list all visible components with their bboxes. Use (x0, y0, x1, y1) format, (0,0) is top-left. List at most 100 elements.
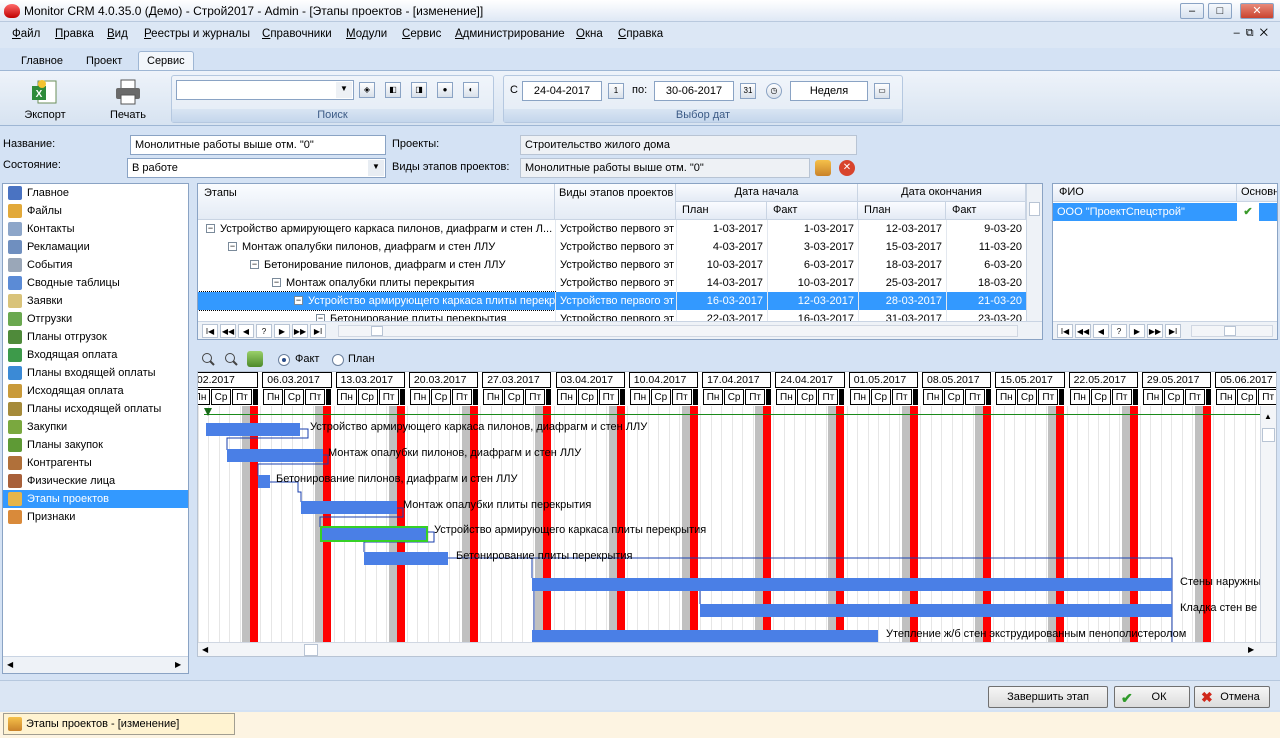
gantt-task-bar[interactable] (320, 526, 428, 542)
stage-start-fact-cell[interactable]: 1-03-2017 (767, 220, 858, 238)
stage-start-fact-cell[interactable]: 3-03-2017 (767, 238, 858, 256)
table-row[interactable]: − Устройство армирующего каркаса пилонов,… (198, 220, 1024, 238)
taskbar-window-item[interactable]: Этапы проектов - [изменение] (3, 713, 235, 735)
col-header-stages[interactable]: Этапы (198, 184, 555, 220)
gantt-task-bar[interactable] (258, 475, 270, 488)
nav-help-icon[interactable]: ? (1111, 324, 1127, 338)
state-dropdown-arrow[interactable]: ▼ (368, 160, 384, 176)
hscroll-thumb[interactable] (371, 326, 383, 336)
projects-field[interactable]: Строительство жилого дома (520, 135, 857, 155)
stage-name-cell[interactable]: − Монтаж опалубки плиты перекрытия (198, 274, 555, 292)
finish-stage-button[interactable]: Завершить этап (988, 686, 1108, 708)
scroll-right-icon[interactable]: ▶ (175, 660, 181, 669)
close-button[interactable]: ✕ (1240, 3, 1274, 19)
scroll-left-icon[interactable]: ◀ (7, 660, 13, 669)
stage-type-cell[interactable]: Устройство первого эт (555, 274, 676, 292)
responsible-main-check[interactable]: ✔ (1237, 203, 1259, 221)
stage-type-cell[interactable]: Устройство первого эт (555, 238, 676, 256)
sidebar-hscrollbar[interactable]: ◀ ▶ (3, 656, 188, 673)
stage-start-plan-cell[interactable]: 4-03-2017 (676, 238, 767, 256)
gantt-settings-icon[interactable] (247, 351, 263, 367)
tab-main[interactable]: Главное (12, 51, 72, 70)
nav-prev-icon[interactable]: ◀ (238, 324, 254, 338)
nav-first-icon[interactable]: I◀ (202, 324, 218, 338)
search-clear-icon[interactable]: ◐ (463, 82, 479, 98)
stage-end-fact-cell[interactable]: 21-03-20 (946, 292, 1026, 310)
table-row[interactable]: − Бетонирование пилонов, диафрагм и стен … (198, 256, 1024, 274)
stage-start-fact-cell[interactable]: 10-03-2017 (767, 274, 858, 292)
stage-name-cell[interactable]: − Монтаж опалубки пилонов, диафрагм и сте… (198, 238, 555, 256)
gantt-task-bar[interactable] (700, 604, 1172, 617)
export-button[interactable]: X Экспорт (16, 75, 74, 125)
gantt-task-bar[interactable] (227, 449, 323, 462)
sidebar-item-project-stages[interactable]: Этапы проектов (3, 490, 188, 508)
sidebar-item-pivot[interactable]: Сводные таблицы (3, 274, 188, 292)
menu-registers[interactable]: Реестры и журналы (144, 28, 250, 40)
from-calendar-icon[interactable]: 1 (608, 83, 624, 99)
sidebar-item-outgoing-payments[interactable]: Исходящая оплата (3, 382, 188, 400)
scroll-up-icon[interactable]: ▲ (1264, 412, 1272, 421)
to-date-field[interactable]: 30-06-2017 (654, 81, 734, 101)
search-prev-icon[interactable]: ◧ (385, 82, 401, 98)
sidebar-item-shipments[interactable]: Отгрузки (3, 310, 188, 328)
sidebar-item-outgoing-payment-plans[interactable]: Планы исходящей оплаты (3, 400, 188, 418)
sidebar-item-requests[interactable]: Заявки (3, 292, 188, 310)
sidebar-item-purchase-plans[interactable]: Планы закупок (3, 436, 188, 454)
stage-type-cell[interactable]: Устройство первого эт (555, 256, 676, 274)
gantt-vscrollbar[interactable]: ▲ (1260, 406, 1276, 642)
hscroll-thumb[interactable] (1224, 326, 1236, 336)
hscroll-thumb[interactable] (304, 644, 318, 656)
menu-file[interactable]: Файл (12, 28, 40, 40)
minimize-button[interactable]: ‒ (1180, 3, 1204, 19)
sidebar-item-main[interactable]: Главное (3, 184, 188, 202)
menu-edit[interactable]: Правка (55, 28, 94, 40)
mode-fact-radio[interactable] (278, 354, 290, 366)
select-stage-type-icon[interactable] (815, 160, 831, 176)
nav-next-page-icon[interactable]: ▶▶ (292, 324, 308, 338)
collapse-icon[interactable]: − (228, 242, 237, 251)
gantt-hscrollbar[interactable]: ◀ ▶ (198, 642, 1276, 656)
stage-name-cell[interactable]: − Устройство армирующего каркаса пилонов,… (198, 220, 555, 238)
stage-end-plan-cell[interactable]: 25-03-2017 (858, 274, 946, 292)
nav-next-icon[interactable]: ▶ (1129, 324, 1145, 338)
stage-type-cell[interactable]: Устройство первого эт (555, 220, 676, 238)
gantt-task-bar[interactable] (206, 423, 300, 436)
col-header-end-plan[interactable]: План (858, 202, 946, 220)
mdi-window-controls[interactable]: ‒⧉✕ (1234, 27, 1274, 40)
search-highlight-icon[interactable]: ● (437, 82, 453, 98)
menu-help[interactable]: Справка (618, 28, 663, 40)
stage-start-plan-cell[interactable]: 1-03-2017 (676, 220, 767, 238)
sidebar-item-contacts[interactable]: Контакты (3, 220, 188, 238)
scroll-left-icon[interactable]: ◀ (202, 645, 208, 654)
gantt-task-bar[interactable] (364, 552, 448, 565)
to-calendar-icon[interactable]: 31 (740, 83, 756, 99)
collapse-icon[interactable]: − (206, 224, 215, 233)
sidebar-item-claims[interactable]: Рекламации (3, 238, 188, 256)
table-row[interactable]: − Монтаж опалубки пилонов, диафрагм и сте… (198, 238, 1024, 256)
tab-project[interactable]: Проект (77, 51, 131, 70)
stage-end-plan-cell[interactable]: 18-03-2017 (858, 256, 946, 274)
stage-end-fact-cell[interactable]: 6-03-20 (946, 256, 1026, 274)
col-header-start-fact[interactable]: Факт (767, 202, 858, 220)
maximize-button[interactable]: □ (1208, 3, 1232, 19)
stage-type-cell[interactable]: Устройство первого эт (555, 292, 676, 310)
stages-hscrollbar[interactable] (338, 325, 1018, 337)
menu-service[interactable]: Сервис (402, 28, 441, 40)
nav-help-icon[interactable]: ? (256, 324, 272, 338)
period-field[interactable]: Неделя (790, 81, 868, 101)
stage-end-plan-cell[interactable]: 15-03-2017 (858, 238, 946, 256)
mode-plan-radio[interactable] (332, 354, 344, 366)
table-row[interactable]: − Устройство армирующего каркаса плиты пе… (198, 291, 1026, 311)
stages-vscrollbar[interactable] (1026, 184, 1042, 322)
table-row[interactable]: − Монтаж опалубки плиты перекрытия Устройс… (198, 274, 1024, 292)
stage-start-plan-cell[interactable]: 14-03-2017 (676, 274, 767, 292)
gantt-task-bar[interactable] (532, 578, 1172, 591)
stage-end-fact-cell[interactable]: 18-03-20 (946, 274, 1026, 292)
zoom-out-icon[interactable] (224, 352, 238, 366)
name-field[interactable]: Монолитные работы выше отм. "0" (130, 135, 386, 155)
menu-modules[interactable]: Модули (346, 28, 387, 40)
stage-end-fact-cell[interactable]: 11-03-20 (946, 238, 1026, 256)
sidebar-item-attributes[interactable]: Признаки (3, 508, 188, 526)
menu-administration[interactable]: Администрирование (455, 28, 565, 40)
stage-end-plan-cell[interactable]: 28-03-2017 (858, 292, 946, 310)
